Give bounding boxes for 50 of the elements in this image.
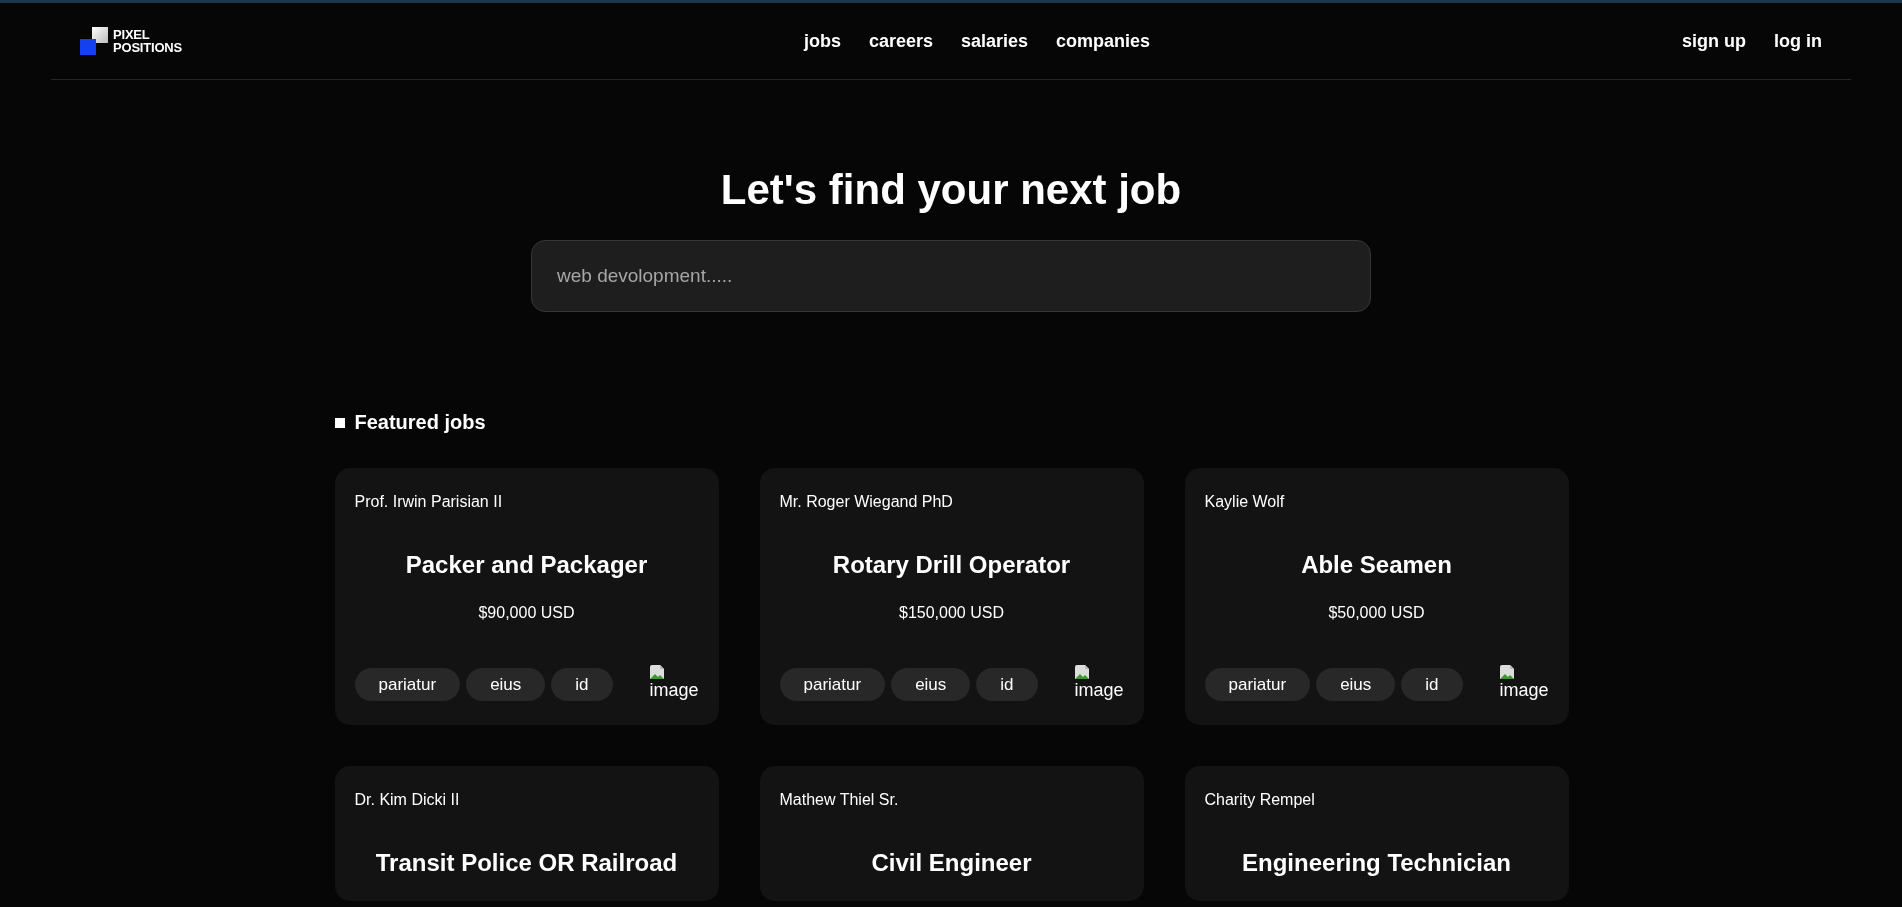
tag-chip[interactable]: eius	[466, 668, 546, 701]
job-card[interactable]: Prof. Irwin Parisian II Packer and Packager $90,000 USD pariatur eius id image	[334, 468, 719, 725]
tag-chip[interactable]: pariatur	[1204, 668, 1311, 701]
employer-name: Mathew Thiel Sr.	[779, 791, 900, 809]
tag-chip[interactable]: id	[551, 668, 613, 701]
tag-chip[interactable]: eius	[891, 668, 971, 701]
image-alt-text: image	[1499, 680, 1549, 701]
tag-chip[interactable]: id	[976, 668, 1038, 701]
nav-link[interactable]: companies	[1056, 30, 1151, 52]
job-title: Civil Engineer	[870, 849, 1033, 877]
tag-chip[interactable]: pariatur	[354, 668, 461, 701]
tag-chip[interactable]: pariatur	[779, 668, 886, 701]
section-heading: Featured jobs	[354, 411, 486, 434]
logo-text: POSITIONS	[113, 41, 182, 54]
job-title: Engineering Technician	[1241, 849, 1512, 877]
salary-text: $50,000 USD	[1327, 604, 1426, 622]
job-card[interactable]: Mr. Roger Wiegand PhD Rotary Drill Operator $150,000 USD pariatur eius id image	[759, 468, 1144, 725]
broken-image-icon	[1074, 664, 1091, 680]
nav-link[interactable]: salaries	[961, 30, 1029, 52]
job-title: Packer and Packager	[404, 551, 649, 579]
job-title: Rotary Drill Operator	[831, 551, 1072, 579]
logo-icon	[80, 26, 109, 56]
image-alt-text: image	[649, 680, 699, 701]
image-alt-text: image	[1074, 680, 1124, 701]
job-card[interactable]: Charity Rempel Engineering Technician	[1184, 766, 1569, 901]
employer-name: Charity Rempel	[1204, 791, 1316, 809]
job-title: Able Seamen	[1300, 551, 1453, 579]
search-field[interactable]: web devolopment.....	[531, 240, 1371, 312]
page-heading: Let's find your next job	[720, 166, 1182, 214]
employer-name: Mr. Roger Wiegand PhD	[779, 493, 954, 511]
salary-text: $90,000 USD	[477, 604, 576, 622]
tag-chip[interactable]: eius	[1316, 668, 1396, 701]
employer-name: Dr. Kim Dicki II	[354, 791, 461, 809]
job-card[interactable]: Dr. Kim Dicki II Transit Police OR Railroad	[334, 766, 719, 901]
salary-text: $150,000 USD	[898, 604, 1005, 622]
employer-name: Prof. Irwin Parisian II	[354, 493, 504, 511]
broken-image-icon	[1499, 664, 1516, 680]
tag-chip[interactable]: id	[1401, 668, 1463, 701]
nav-link[interactable]: careers	[868, 30, 933, 52]
job-card[interactable]: Kaylie Wolf Able Seamen $50,000 USD pariatur eius id image	[1184, 468, 1569, 725]
square-bullet-icon	[334, 417, 345, 428]
job-title: Transit Police OR Railroad	[374, 849, 679, 877]
logo-text: PIXEL	[113, 28, 151, 41]
broken-image-icon	[649, 664, 666, 680]
employer-name: Kaylie Wolf	[1204, 493, 1286, 511]
site-logo[interactable]: PIXEL POSITIONS	[80, 26, 182, 56]
auth-link[interactable]: log in	[1774, 30, 1822, 52]
job-card[interactable]: Mathew Thiel Sr. Civil Engineer	[759, 766, 1144, 901]
nav-link[interactable]: jobs	[803, 30, 841, 52]
auth-link[interactable]: sign up	[1682, 30, 1746, 52]
